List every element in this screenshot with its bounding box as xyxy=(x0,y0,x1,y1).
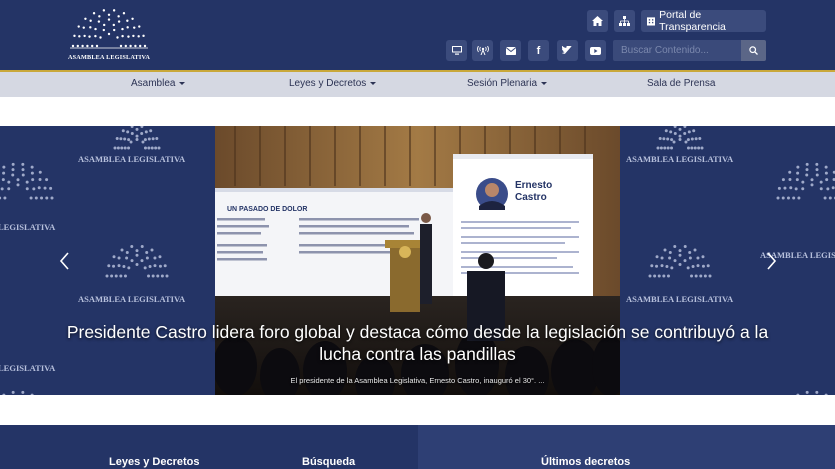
building-icon xyxy=(647,17,656,26)
site-logo[interactable]: ASAMBLEA LEGISLATIVA xyxy=(68,8,150,64)
search-icon xyxy=(749,46,758,55)
facebook-icon: f xyxy=(536,44,541,57)
youtube-button[interactable] xyxy=(585,40,606,61)
backdrop-label: ASAMBLEA LEGISLATIVA xyxy=(78,294,186,304)
backdrop-label: ASAMBLEA LEGISLATIVA xyxy=(78,154,186,164)
facebook-button[interactable]: f xyxy=(528,40,549,61)
screen-name-last: Castro xyxy=(515,192,547,203)
caret-down-icon xyxy=(179,81,186,85)
twitter-icon xyxy=(562,46,572,54)
screen-name-first: Ernesto xyxy=(515,180,552,191)
carousel-prev-button[interactable] xyxy=(58,251,70,271)
transparency-portal-button[interactable]: Portal de Transparencia xyxy=(641,9,766,33)
sitemap-button[interactable] xyxy=(614,10,635,32)
youtube-icon xyxy=(590,46,601,55)
site-header: ASAMBLEA LEGISLATIVA Portal de Transpare… xyxy=(0,0,835,70)
nav-label: Asamblea xyxy=(131,78,176,89)
transparency-portal-label: Portal de Transparencia xyxy=(659,9,726,33)
section-heading-leyes[interactable]: Leyes y Decretos xyxy=(109,456,200,468)
chevron-right-icon xyxy=(767,252,777,270)
twitter-button[interactable] xyxy=(557,40,578,61)
monitor-icon xyxy=(451,46,462,55)
backdrop-label: ASAMBLEA LEGISLATIVA xyxy=(626,154,734,164)
bottom-sections: Leyes y Decretos Búsqueda Últimos decret… xyxy=(0,425,835,469)
nav-label: Sesión Plenaria xyxy=(467,78,538,89)
nav-item-asamblea[interactable]: Asamblea xyxy=(131,78,186,89)
search-input[interactable] xyxy=(613,40,741,61)
caret-down-icon xyxy=(370,81,377,85)
chevron-left-icon xyxy=(59,252,69,270)
slide-title-line: Presidente Castro lidera foro global y d… xyxy=(66,322,769,342)
sitemap-icon xyxy=(619,16,630,26)
search-button[interactable] xyxy=(741,40,766,61)
carousel-next-button[interactable] xyxy=(766,251,778,271)
home-icon xyxy=(592,16,603,26)
nav-label: Leyes y Decretos xyxy=(289,78,367,89)
screen-title: UN PASADO DE DOLOR xyxy=(227,206,307,213)
broadcast-icon xyxy=(476,46,489,55)
backdrop-label: LEGISLATIVA xyxy=(0,222,56,232)
nav-item-sesion-plenaria[interactable]: Sesión Plenaria xyxy=(467,78,548,89)
tv-button[interactable] xyxy=(446,40,467,61)
logo-text: ASAMBLEA LEGISLATIVA xyxy=(68,54,150,61)
caret-down-icon xyxy=(541,81,548,85)
home-button[interactable] xyxy=(587,10,608,32)
nav-item-sala-de-prensa[interactable]: Sala de Prensa xyxy=(647,78,715,89)
envelope-icon xyxy=(505,46,516,55)
slide-title[interactable]: Presidente Castro lidera foro global y d… xyxy=(0,321,835,365)
nav-item-leyes-decretos[interactable]: Leyes y Decretos xyxy=(289,78,377,89)
email-button[interactable] xyxy=(500,40,521,61)
main-navigation: Asamblea Leyes y Decretos Sesión Plenari… xyxy=(0,70,835,97)
slide-title-line: lucha contra las pandillas xyxy=(319,344,516,364)
backdrop-label: ASAMBLEA LEGISLATIVA xyxy=(626,294,734,304)
assembly-logo-icon xyxy=(70,9,148,49)
section-heading-ultimos-decretos[interactable]: Últimos decretos xyxy=(541,456,630,468)
section-heading-busqueda[interactable]: Búsqueda xyxy=(302,456,355,468)
news-carousel: ASAMBLEA LEGISLATIVA LEGISLATIVA ASAMBLE… xyxy=(0,126,835,395)
radio-button[interactable] xyxy=(472,40,493,61)
nav-label: Sala de Prensa xyxy=(647,78,716,89)
slide-subtitle: El presidente de la Asamblea Legislativa… xyxy=(290,376,545,385)
